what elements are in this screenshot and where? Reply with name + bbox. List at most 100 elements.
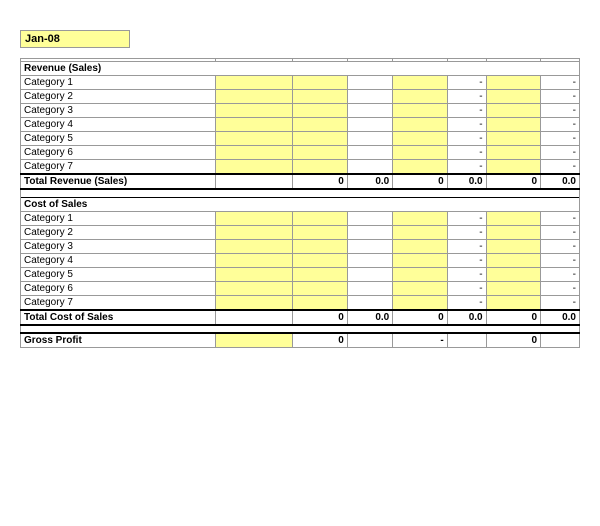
revenue-mar-cell[interactable] <box>486 90 540 104</box>
cos-industry-cell[interactable] <box>215 225 293 239</box>
cos-jan-cell[interactable] <box>293 281 347 295</box>
cos-jan-cell[interactable] <box>293 267 347 281</box>
cos-jan-cell[interactable] <box>293 295 347 310</box>
cos-industry-cell[interactable] <box>215 267 293 281</box>
cos-jan-cell[interactable] <box>293 211 347 225</box>
cos-mar-cell[interactable] <box>486 253 540 267</box>
revenue-industry-cell[interactable] <box>215 132 293 146</box>
cos-jan-cell[interactable] <box>293 239 347 253</box>
cos-feb-cell[interactable] <box>393 225 447 239</box>
revenue-pct1-cell: - <box>447 104 486 118</box>
gross-profit-industry[interactable] <box>215 333 293 348</box>
cos-bva-cell <box>347 281 392 295</box>
revenue-bva-cell <box>347 90 392 104</box>
revenue-mar-cell[interactable] <box>486 76 540 90</box>
revenue-mar-cell[interactable] <box>486 160 540 175</box>
revenue-mar-cell[interactable] <box>486 132 540 146</box>
cos-feb-cell[interactable] <box>393 281 447 295</box>
cos-jan-cell[interactable] <box>293 253 347 267</box>
revenue-pct2-cell: - <box>541 90 580 104</box>
revenue-jan-cell[interactable] <box>293 132 347 146</box>
total-revenue-pct2: 0.0 <box>541 174 580 189</box>
cos-cat-label: Category 5 <box>21 267 216 281</box>
cos-industry-cell[interactable] <box>215 281 293 295</box>
cos-mar-cell[interactable] <box>486 295 540 310</box>
revenue-feb-cell[interactable] <box>393 118 447 132</box>
revenue-jan-cell[interactable] <box>293 118 347 132</box>
cos-cat-label: Category 1 <box>21 211 216 225</box>
revenue-row: Category 3 - - <box>21 104 580 118</box>
revenue-industry-cell[interactable] <box>215 146 293 160</box>
total-revenue-jan: 0 <box>293 174 347 189</box>
cos-bva-cell <box>347 295 392 310</box>
revenue-row: Category 4 - - <box>21 118 580 132</box>
cos-mar-cell[interactable] <box>486 225 540 239</box>
cos-mar-cell[interactable] <box>486 239 540 253</box>
revenue-industry-cell[interactable] <box>215 76 293 90</box>
revenue-feb-cell[interactable] <box>393 146 447 160</box>
revenue-bva-cell <box>347 160 392 175</box>
cos-feb-cell[interactable] <box>393 267 447 281</box>
cos-feb-cell[interactable] <box>393 239 447 253</box>
cos-pct1-cell: - <box>447 225 486 239</box>
revenue-pct1-cell: - <box>447 132 486 146</box>
gross-profit-bva <box>347 333 392 348</box>
revenue-feb-cell[interactable] <box>393 132 447 146</box>
revenue-industry-cell[interactable] <box>215 90 293 104</box>
revenue-jan-cell[interactable] <box>293 76 347 90</box>
revenue-feb-cell[interactable] <box>393 160 447 175</box>
cos-mar-cell[interactable] <box>486 267 540 281</box>
gross-profit-pct2 <box>541 333 580 348</box>
revenue-pct2-cell: - <box>541 146 580 160</box>
total-cos-mar: 0 <box>486 310 540 325</box>
revenue-mar-cell[interactable] <box>486 118 540 132</box>
revenue-mar-cell[interactable] <box>486 104 540 118</box>
gross-profit-row: Gross Profit 0 - 0 <box>21 333 580 348</box>
cos-row: Category 2 - - <box>21 225 580 239</box>
gross-profit-jan: 0 <box>293 333 347 348</box>
cos-industry-cell[interactable] <box>215 211 293 225</box>
cos-feb-cell[interactable] <box>393 253 447 267</box>
revenue-pct2-cell: - <box>541 160 580 175</box>
revenue-jan-cell[interactable] <box>293 160 347 175</box>
total-revenue-feb: 0 <box>393 174 447 189</box>
cos-jan-cell[interactable] <box>293 225 347 239</box>
cos-bva-cell <box>347 225 392 239</box>
revenue-mar-cell[interactable] <box>486 146 540 160</box>
revenue-industry-cell[interactable] <box>215 160 293 175</box>
revenue-industry-cell[interactable] <box>215 104 293 118</box>
revenue-bva-cell <box>347 104 392 118</box>
revenue-jan-cell[interactable] <box>293 146 347 160</box>
cos-industry-cell[interactable] <box>215 239 293 253</box>
revenue-pct1-cell: - <box>447 146 486 160</box>
revenue-cat-label: Category 5 <box>21 132 216 146</box>
cos-pct2-cell: - <box>541 267 580 281</box>
cos-industry-cell[interactable] <box>215 295 293 310</box>
revenue-bva-cell <box>347 118 392 132</box>
revenue-industry-cell[interactable] <box>215 118 293 132</box>
revenue-bva-cell <box>347 76 392 90</box>
cos-feb-cell[interactable] <box>393 211 447 225</box>
cos-mar-cell[interactable] <box>486 211 540 225</box>
revenue-pct2-cell: - <box>541 76 580 90</box>
revenue-feb-cell[interactable] <box>393 104 447 118</box>
cos-mar-cell[interactable] <box>486 281 540 295</box>
revenue-pct1-cell: - <box>447 90 486 104</box>
revenue-row: Category 1 - - <box>21 76 580 90</box>
fiscal-year-input[interactable] <box>20 30 130 48</box>
total-revenue-row: Total Revenue (Sales) 0 0.0 0 0.0 0 0.0 <box>21 174 580 189</box>
cos-feb-cell[interactable] <box>393 295 447 310</box>
gross-profit-mar: 0 <box>486 333 540 348</box>
cos-bva-cell <box>347 253 392 267</box>
revenue-cat-label: Category 7 <box>21 160 216 175</box>
cos-pct2-cell: - <box>541 225 580 239</box>
revenue-row: Category 2 - - <box>21 90 580 104</box>
revenue-jan-cell[interactable] <box>293 90 347 104</box>
revenue-feb-cell[interactable] <box>393 90 447 104</box>
revenue-feb-cell[interactable] <box>393 76 447 90</box>
revenue-header-label: Revenue (Sales) <box>21 62 580 76</box>
revenue-jan-cell[interactable] <box>293 104 347 118</box>
cos-industry-cell[interactable] <box>215 253 293 267</box>
cos-pct1-cell: - <box>447 211 486 225</box>
revenue-cat-label: Category 6 <box>21 146 216 160</box>
